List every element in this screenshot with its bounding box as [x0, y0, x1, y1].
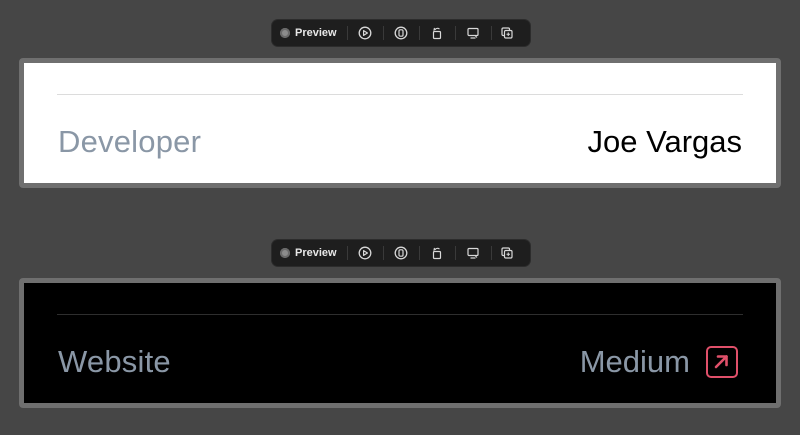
device-icon — [394, 26, 408, 40]
device-settings-button[interactable] — [456, 26, 492, 40]
play-icon — [358, 26, 372, 40]
preview-indicator-icon — [280, 28, 290, 38]
dark-preview-canvas: Website Medium — [19, 278, 781, 408]
rotate-button[interactable] — [420, 26, 456, 40]
preview-indicator-icon — [280, 248, 290, 258]
duplicate-icon — [500, 247, 513, 259]
rotate-icon — [432, 27, 442, 40]
device-icon — [394, 246, 408, 260]
rotate-icon — [432, 247, 442, 260]
live-preview-button[interactable] — [348, 246, 384, 260]
preview-label: Preview — [295, 27, 337, 39]
rotate-button[interactable] — [420, 246, 456, 260]
website-value[interactable]: Medium — [580, 344, 690, 380]
light-preview-canvas: Developer Joe Vargas — [19, 58, 781, 188]
display-icon — [467, 247, 479, 259]
preview-toolbar: Preview — [272, 240, 530, 266]
live-preview-button[interactable] — [348, 26, 384, 40]
device-button[interactable] — [384, 26, 420, 40]
external-link-icon[interactable] — [706, 346, 738, 378]
developer-value: Joe Vargas — [587, 124, 742, 159]
preview-toolbar: Preview — [272, 20, 530, 46]
duplicate-preview-button[interactable] — [492, 246, 522, 260]
duplicate-preview-button[interactable] — [492, 26, 522, 40]
display-icon — [467, 27, 479, 39]
website-label: Website — [58, 344, 171, 379]
duplicate-icon — [500, 27, 513, 39]
preview-mode-button[interactable]: Preview — [280, 26, 348, 40]
preview-mode-button[interactable]: Preview — [280, 246, 348, 260]
play-icon — [358, 246, 372, 260]
row-divider — [57, 94, 743, 95]
row-divider — [57, 314, 743, 315]
device-button[interactable] — [384, 246, 420, 260]
preview-label: Preview — [295, 247, 337, 259]
device-settings-button[interactable] — [456, 246, 492, 260]
developer-label: Developer — [58, 124, 202, 159]
